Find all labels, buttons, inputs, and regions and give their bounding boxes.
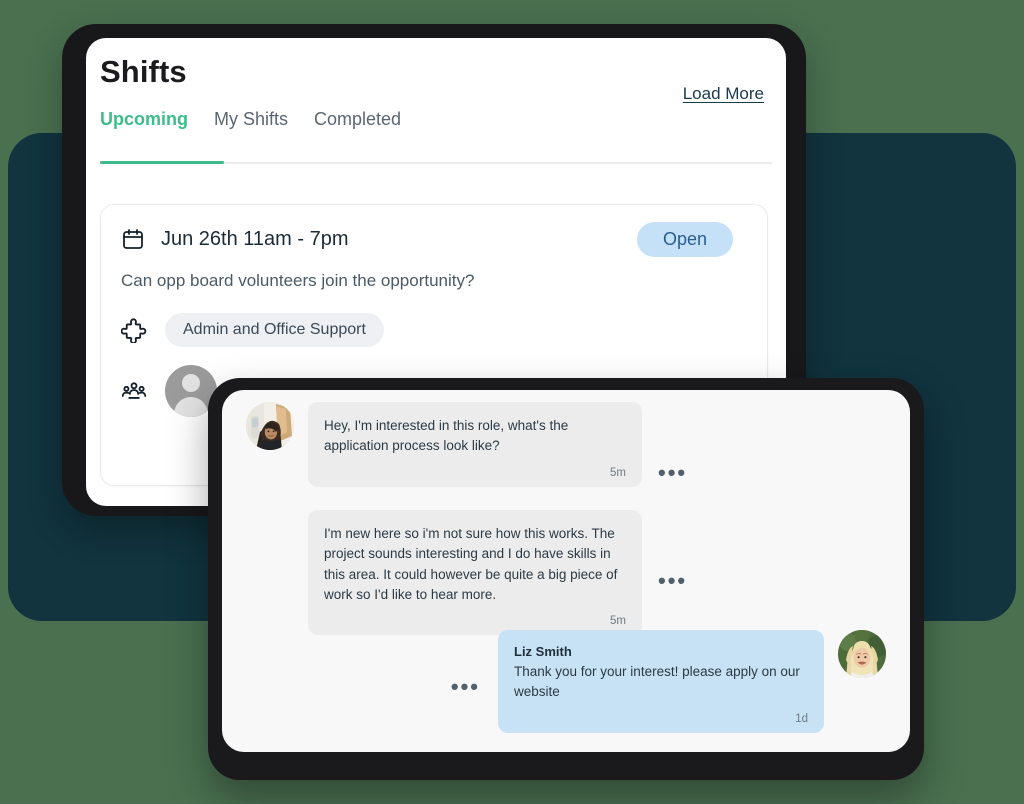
- shift-datetime-row: Jun 26th 11am - 7pm Open: [121, 222, 747, 257]
- chat-window: Hey, I'm interested in this role, what's…: [222, 390, 910, 752]
- message-text: Hey, I'm interested in this role, what's…: [324, 418, 569, 454]
- tab-completed[interactable]: Completed: [314, 110, 401, 142]
- tab-upcoming[interactable]: Upcoming: [100, 110, 188, 142]
- message-sender: Liz Smith: [514, 644, 572, 659]
- shift-people-row: [121, 365, 217, 417]
- ellipsis-horizontal-icon[interactable]: •••: [658, 570, 687, 592]
- shift-datetime: Jun 26th 11am - 7pm: [161, 227, 349, 250]
- tab-my-shifts[interactable]: My Shifts: [214, 110, 288, 142]
- message-time: 5m: [610, 466, 626, 479]
- status-badge[interactable]: Open: [636, 222, 733, 257]
- message-bubble[interactable]: I'm new here so i'm not sure how this wo…: [308, 510, 642, 635]
- load-more-link[interactable]: Load More: [683, 84, 764, 104]
- ellipsis-horizontal-icon[interactable]: •••: [658, 462, 687, 484]
- ellipsis-horizontal-icon[interactable]: •••: [451, 676, 480, 698]
- message-bubble[interactable]: Hey, I'm interested in this role, what's…: [308, 402, 642, 487]
- category-tag[interactable]: Admin and Office Support: [165, 313, 384, 347]
- message-text: I'm new here so i'm not sure how this wo…: [324, 526, 618, 602]
- shifts-tabs: Upcoming My Shifts Completed: [100, 110, 401, 142]
- screenshot-stage: Shifts Load More Upcoming My Shifts Comp…: [0, 0, 1024, 804]
- active-tab-indicator: [100, 161, 224, 164]
- message-time: 5m: [610, 615, 626, 627]
- chat-message-incoming-2: I'm new here so i'm not sure how this wo…: [308, 510, 687, 635]
- avatar[interactable]: [838, 630, 886, 678]
- page-title: Shifts: [100, 54, 187, 89]
- shift-question: Can opp board volunteers join the opport…: [121, 271, 475, 290]
- chat-message-outgoing-1: ••• Liz Smith Thank you for your interes…: [451, 630, 886, 733]
- avatar[interactable]: [246, 402, 294, 450]
- message-bubble[interactable]: Liz Smith Thank you for your interest! p…: [498, 630, 824, 733]
- chat-message-incoming-1: Hey, I'm interested in this role, what's…: [246, 402, 687, 487]
- group-people-icon: [121, 378, 147, 404]
- puzzle-piece-icon: [120, 317, 147, 344]
- message-text: Thank you for your interest! please appl…: [514, 664, 800, 700]
- shift-category-row: Admin and Office Support: [120, 313, 384, 347]
- message-time: 1d: [795, 712, 808, 725]
- calendar-icon: [121, 227, 145, 251]
